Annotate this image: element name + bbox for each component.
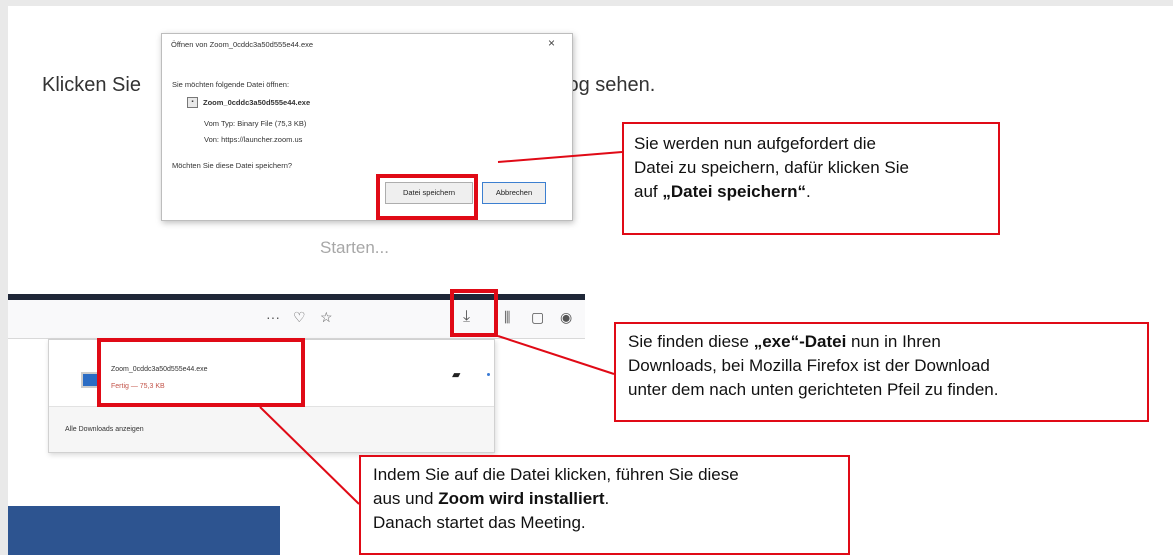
connector-download [497,335,615,375]
callout-connectors [259,151,623,505]
connector-save [497,151,623,163]
connector-install [259,406,360,505]
tutorial-slide: Klicken Sie log sehen. Starten... Öffnen… [8,6,1173,555]
